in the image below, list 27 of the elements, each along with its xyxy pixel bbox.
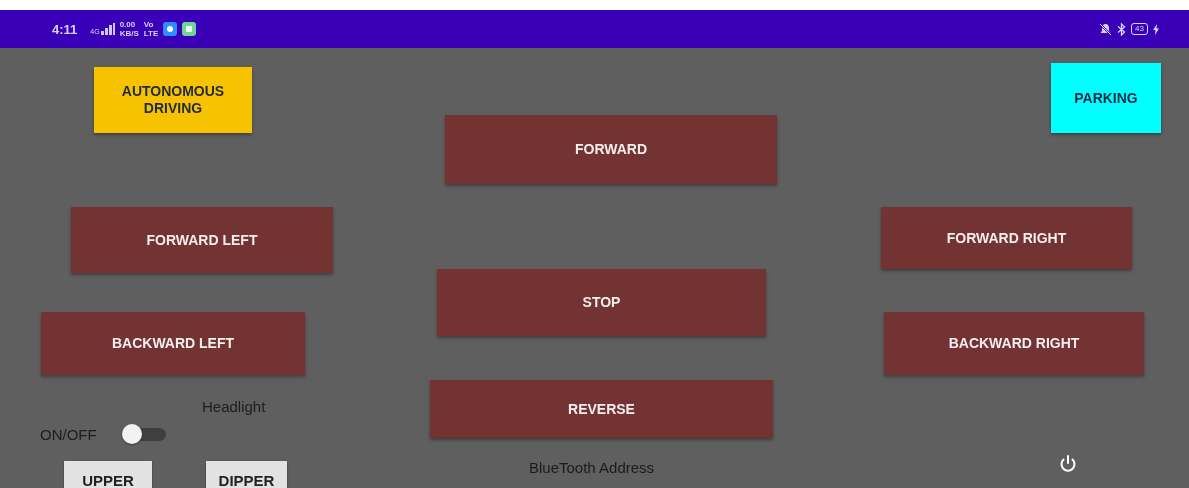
bluetooth-address-label: BlueTooth Address bbox=[529, 459, 655, 476]
battery-level: 43 bbox=[1131, 23, 1148, 35]
muted-bell-icon bbox=[1099, 22, 1113, 36]
headlight-label: Headlight bbox=[202, 398, 266, 415]
control-button[interactable]: FORWARD bbox=[445, 115, 777, 184]
bluetooth-icon bbox=[1117, 22, 1127, 36]
headlight-mode-button[interactable]: DIPPER bbox=[206, 461, 287, 488]
control-button[interactable]: FORWARD LEFT bbox=[71, 207, 333, 273]
control-button[interactable]: FORWARD RIGHT bbox=[881, 207, 1132, 269]
headlight-switch[interactable] bbox=[122, 424, 166, 444]
control-button[interactable]: BACKWARD LEFT bbox=[41, 312, 305, 375]
control-button[interactable]: REVERSE bbox=[430, 380, 773, 438]
clock: 4:11 bbox=[52, 21, 78, 37]
volte-label: Vo bbox=[143, 20, 155, 29]
control-button[interactable]: AUTONOMOUS DRIVING bbox=[94, 67, 252, 133]
app-icon bbox=[163, 22, 178, 36]
data-rate: 0.00 bbox=[119, 20, 137, 29]
data-unit: KB/S bbox=[119, 29, 139, 38]
app-icon bbox=[182, 22, 197, 36]
control-button[interactable]: STOP bbox=[437, 269, 766, 336]
control-button[interactable]: PARKING bbox=[1051, 63, 1161, 133]
headlight-mode-button[interactable]: UPPER bbox=[64, 461, 152, 488]
toggle-label: ON/OFF bbox=[40, 426, 97, 443]
control-button[interactable]: BACKWARD RIGHT bbox=[884, 312, 1144, 375]
signal-icon bbox=[100, 23, 115, 35]
volte-label: LTE bbox=[143, 29, 159, 38]
power-icon[interactable] bbox=[1058, 454, 1078, 474]
